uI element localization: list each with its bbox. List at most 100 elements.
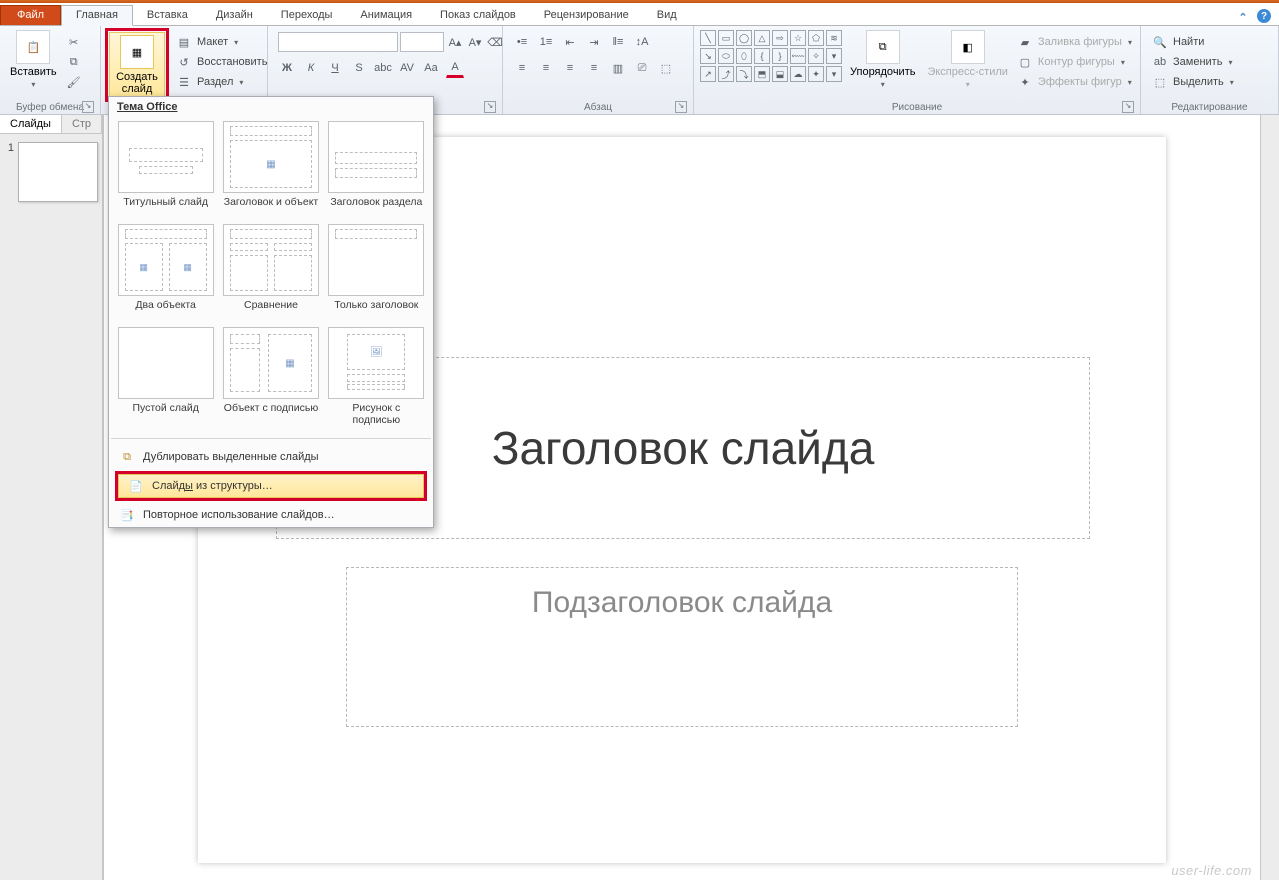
text-direction-icon[interactable]: ↕A xyxy=(633,33,651,51)
tab-review[interactable]: Рецензирование xyxy=(530,6,643,25)
menu-duplicate-slides[interactable]: ⧉Дублировать выделенные слайды xyxy=(109,445,433,469)
layout-two-content[interactable]: ▦▦ Два объекта xyxy=(117,224,214,323)
slide-thumb-1[interactable]: 1 xyxy=(4,142,98,202)
tab-home[interactable]: Главная xyxy=(61,5,133,26)
clipboard-icon: 📋 xyxy=(16,30,50,64)
watermark: user-life.com xyxy=(1171,863,1252,878)
quick-styles-button[interactable]: ◧ Экспресс-стили ▾ xyxy=(921,28,1013,91)
font-color-icon[interactable]: A xyxy=(446,58,464,78)
shapes-gallery[interactable]: ╲▭◯△⇨☆⬠≋ ↘⬭⬯{}⬳✧▾ ↗⤴⤵⬒⬓☁✦▾ xyxy=(698,28,844,84)
tab-file[interactable]: Файл xyxy=(0,5,61,25)
scrollbar-vertical[interactable] xyxy=(1261,115,1279,880)
align-left-icon[interactable]: ≡ xyxy=(513,59,531,77)
find-icon: 🔍 xyxy=(1151,33,1169,51)
fill-icon: ▰ xyxy=(1016,33,1034,51)
dialog-launcher-icon[interactable]: ↘ xyxy=(1122,101,1134,113)
layout-title-only[interactable]: Только заголовок xyxy=(328,224,425,323)
group-label-drawing: Рисование xyxy=(892,102,942,113)
duplicate-icon: ⧉ xyxy=(119,449,135,465)
minimize-ribbon-icon[interactable]: ⌃ xyxy=(1235,9,1251,25)
ribbon-tabs: Файл Главная Вставка Дизайн Переходы Ани… xyxy=(0,3,1279,26)
layout-content-caption[interactable]: ▦ Объект с подписью xyxy=(222,327,319,426)
outline-import-icon: 📄 xyxy=(128,478,144,494)
menu-reuse-slides[interactable]: 📑Повторное использование слайдов… xyxy=(109,503,433,527)
arrange-icon: ⧉ xyxy=(866,30,900,64)
arrange-button[interactable]: ⧉ Упорядочить ▾ xyxy=(844,28,921,91)
char-spacing-icon[interactable]: AV xyxy=(398,59,416,77)
dialog-launcher-icon[interactable]: ↘ xyxy=(484,101,496,113)
group-label-editing: Редактирование xyxy=(1171,102,1247,113)
bullets-icon[interactable]: •≡ xyxy=(513,33,531,51)
tab-design[interactable]: Дизайн xyxy=(202,6,267,25)
align-center-icon[interactable]: ≡ xyxy=(537,59,555,77)
copy-icon[interactable]: ⧉ xyxy=(65,53,83,71)
grow-font-icon[interactable]: A▴ xyxy=(446,33,464,51)
panel-tab-slides[interactable]: Слайды xyxy=(0,115,62,133)
outline-icon: ▢ xyxy=(1016,53,1034,71)
layout-button[interactable]: ▤Макет▾ xyxy=(173,32,269,52)
align-right-icon[interactable]: ≡ xyxy=(561,59,579,77)
highlight-slides-from-outline: 📄Слайды из структуры… xyxy=(115,471,427,501)
highlight-new-slide: ▦ Создать слайд xyxy=(105,28,169,102)
underline-icon[interactable]: Ч xyxy=(326,59,344,77)
menu-slides-from-outline[interactable]: 📄Слайды из структуры… xyxy=(118,474,424,498)
reuse-icon: 📑 xyxy=(119,507,135,523)
layout-title-content[interactable]: ▦ Заголовок и объект xyxy=(222,121,319,220)
new-slide-icon: ▦ xyxy=(120,35,154,69)
layout-blank[interactable]: Пустой слайд xyxy=(117,327,214,426)
tab-animation[interactable]: Анимация xyxy=(346,6,426,25)
subtitle-placeholder[interactable]: Подзаголовок слайда xyxy=(346,567,1018,727)
cut-icon[interactable]: ✂ xyxy=(65,33,83,51)
layout-comparison[interactable]: Сравнение xyxy=(222,224,319,323)
tab-view[interactable]: Вид xyxy=(643,6,691,25)
columns-icon[interactable]: ▥ xyxy=(609,59,627,77)
clear-format-icon[interactable]: ⌫ xyxy=(486,33,504,51)
shape-effects-button[interactable]: ✦Эффекты фигур▾ xyxy=(1014,72,1134,92)
italic-icon[interactable]: К xyxy=(302,59,320,77)
align-text-icon[interactable]: ⎚ xyxy=(633,59,651,77)
dialog-launcher-icon[interactable]: ↘ xyxy=(82,101,94,113)
replace-button[interactable]: abЗаменить▾ xyxy=(1149,52,1234,72)
reset-icon: ↺ xyxy=(175,53,193,71)
find-button[interactable]: 🔍Найти xyxy=(1149,32,1206,52)
smartart-icon[interactable]: ⬚ xyxy=(657,59,675,77)
shadow-icon[interactable]: abc xyxy=(374,59,392,77)
font-family-combo[interactable] xyxy=(278,32,398,52)
layout-title-slide[interactable]: Титульный слайд xyxy=(117,121,214,220)
reset-button[interactable]: ↺Восстановить xyxy=(173,52,269,72)
select-icon: ⬚ xyxy=(1151,73,1169,91)
panel-tab-outline[interactable]: Стр xyxy=(62,115,102,133)
gallery-header: Тема Office xyxy=(109,97,433,117)
indent-dec-icon[interactable]: ⇤ xyxy=(561,33,579,51)
paste-button[interactable]: 📋 Вставить ▾ xyxy=(4,28,63,91)
indent-inc-icon[interactable]: ⇥ xyxy=(585,33,603,51)
styles-icon: ◧ xyxy=(951,30,985,64)
strike-icon[interactable]: S xyxy=(350,59,368,77)
group-label-clipboard: Буфер обмена xyxy=(16,102,84,113)
layout-icon: ▤ xyxy=(175,33,193,51)
replace-icon: ab xyxy=(1151,53,1169,71)
section-button[interactable]: ☰Раздел▾ xyxy=(173,72,269,92)
select-button[interactable]: ⬚Выделить▾ xyxy=(1149,72,1236,92)
dialog-launcher-icon[interactable]: ↘ xyxy=(675,101,687,113)
tab-insert[interactable]: Вставка xyxy=(133,6,202,25)
slide-panel: Слайды Стр 1 xyxy=(0,115,103,880)
font-size-combo[interactable] xyxy=(400,32,444,52)
justify-icon[interactable]: ≡ xyxy=(585,59,603,77)
layout-section-header[interactable]: Заголовок раздела xyxy=(328,121,425,220)
shape-fill-button[interactable]: ▰Заливка фигуры▾ xyxy=(1014,32,1134,52)
shape-outline-button[interactable]: ▢Контур фигуры▾ xyxy=(1014,52,1134,72)
line-spacing-icon[interactable]: ‖≡ xyxy=(609,33,627,51)
new-slide-button[interactable]: ▦ Создать слайд xyxy=(109,32,165,98)
help-icon[interactable]: ? xyxy=(1257,9,1271,23)
new-slide-gallery: Тема Office Титульный слайд ▦ Заголовок … xyxy=(108,96,434,528)
layout-picture-caption[interactable]: 🖼 Рисунок с подписью xyxy=(328,327,425,426)
format-painter-icon[interactable]: 🖌 xyxy=(65,73,83,91)
change-case-icon[interactable]: Aa xyxy=(422,59,440,77)
tab-transitions[interactable]: Переходы xyxy=(267,6,347,25)
shrink-font-icon[interactable]: A▾ xyxy=(466,33,484,51)
bold-icon[interactable]: Ж xyxy=(278,59,296,77)
numbering-icon[interactable]: 1≡ xyxy=(537,33,555,51)
tab-slideshow[interactable]: Показ слайдов xyxy=(426,6,530,25)
group-label-paragraph: Абзац xyxy=(584,102,612,113)
